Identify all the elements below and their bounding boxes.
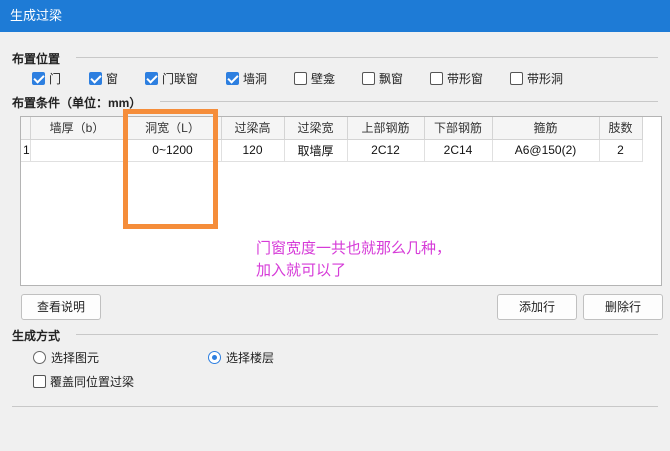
checkbox-overwrite-label: 覆盖同位置过梁 (50, 374, 135, 389)
radio-select-element-label: 选择图元 (51, 350, 100, 365)
checkbox-window-label: 窗 (106, 71, 119, 86)
annotation-line-2: 加入就可以了 (256, 262, 347, 279)
radio-select-floor[interactable]: 选择楼层 (208, 349, 274, 365)
header-corner (21, 117, 31, 140)
radio-select-floor-dot[interactable] (208, 350, 221, 364)
checkbox-strip-opening-box[interactable] (510, 71, 523, 85)
checkbox-wall-opening[interactable]: 墙洞 (226, 70, 267, 86)
table-header-row: 墙厚（b） 洞宽（L） 过梁高 过梁宽 上部钢筋 下部钢筋 箍筋 肢数 (21, 117, 643, 140)
checkbox-bay-window[interactable]: 飘窗 (362, 70, 403, 86)
checkbox-overwrite-box[interactable] (33, 374, 46, 388)
checkbox-bay-window-label: 飘窗 (379, 71, 404, 86)
table-row[interactable]: 1 0~1200 120 取墙厚 2C12 2C14 A6@150(2) 2 (21, 139, 643, 162)
column-header-beam-height[interactable]: 过梁高 (221, 117, 285, 140)
column-header-beam-width[interactable]: 过梁宽 (284, 117, 348, 140)
cell-top-rebar[interactable]: 2C12 (347, 139, 425, 162)
checkbox-door-label: 门 (49, 71, 62, 86)
checkbox-niche-label: 壁龛 (311, 71, 336, 86)
view-help-button[interactable]: 查看说明 (21, 294, 101, 320)
checkbox-door-window[interactable]: 门联窗 (145, 70, 198, 86)
checkbox-wall-opening-box[interactable] (226, 71, 239, 85)
checkbox-door-window-box[interactable] (145, 71, 158, 85)
checkbox-niche[interactable]: 壁龛 (294, 70, 335, 86)
checkbox-window-box[interactable] (89, 71, 102, 85)
column-header-legs[interactable]: 肢数 (599, 117, 643, 140)
cell-stirrup[interactable]: A6@150(2) (492, 139, 600, 162)
checkbox-strip-window-box[interactable] (430, 71, 443, 85)
column-header-stirrup[interactable]: 箍筋 (492, 117, 600, 140)
checkbox-strip-window-label: 带形窗 (447, 71, 484, 86)
cell-legs[interactable]: 2 (599, 139, 643, 162)
conditions-divider (160, 101, 658, 102)
placement-header: 布置位置 (12, 52, 61, 66)
column-header-top-rebar[interactable]: 上部钢筋 (347, 117, 425, 140)
radio-select-floor-label: 选择楼层 (226, 350, 275, 365)
conditions-header: 布置条件（单位：mm） (12, 96, 142, 110)
checkbox-niche-box[interactable] (294, 71, 307, 85)
cell-wall-thickness[interactable] (30, 139, 125, 162)
cell-bottom-rebar[interactable]: 2C14 (424, 139, 493, 162)
annotation-line-1: 门窗宽度一共也就那么几种， (256, 240, 452, 257)
delete-row-button[interactable]: 删除行 (583, 294, 663, 320)
column-header-wall-thickness[interactable]: 墙厚（b） (30, 117, 125, 140)
cell-beam-height[interactable]: 120 (221, 139, 285, 162)
checkbox-door[interactable]: 门 (32, 70, 61, 86)
checkbox-strip-opening[interactable]: 带形洞 (510, 70, 563, 86)
checkbox-strip-window[interactable]: 带形窗 (430, 70, 483, 86)
checkbox-overwrite[interactable]: 覆盖同位置过梁 (33, 373, 134, 389)
row-index: 1 (21, 139, 31, 162)
checkbox-door-window-label: 门联窗 (162, 71, 199, 86)
cell-beam-width[interactable]: 取墙厚 (284, 139, 348, 162)
column-header-bottom-rebar[interactable]: 下部钢筋 (424, 117, 493, 140)
generation-header: 生成方式 (12, 329, 61, 343)
checkbox-bay-window-box[interactable] (362, 71, 375, 85)
highlight-box (123, 109, 218, 229)
checkbox-door-box[interactable] (32, 71, 45, 85)
window-titlebar: 生成过梁 (0, 0, 670, 32)
radio-select-element-dot[interactable] (33, 350, 46, 364)
checkbox-wall-opening-label: 墙洞 (243, 71, 268, 86)
footer-divider (12, 406, 658, 407)
window-title: 生成过梁 (10, 8, 63, 23)
annotation-note: 门窗宽度一共也就那么几种， 加入就可以了 (256, 238, 451, 282)
generation-divider (76, 334, 658, 335)
placement-divider (76, 57, 658, 58)
add-row-button[interactable]: 添加行 (497, 294, 577, 320)
radio-select-element[interactable]: 选择图元 (33, 349, 99, 365)
checkbox-strip-opening-label: 带形洞 (527, 71, 564, 86)
checkbox-window[interactable]: 窗 (89, 70, 118, 86)
